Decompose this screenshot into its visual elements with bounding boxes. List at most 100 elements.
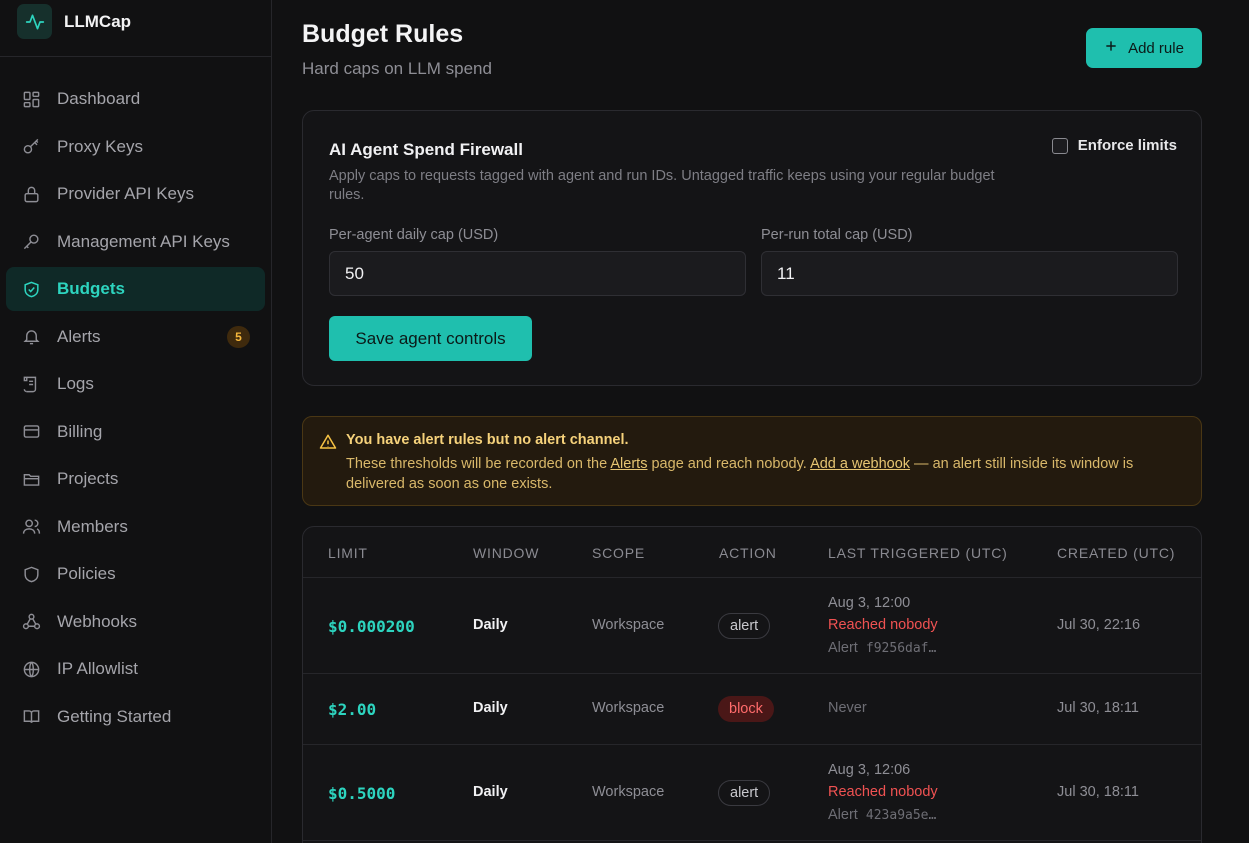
- sidebar-item-members[interactable]: Members: [6, 505, 265, 549]
- daily-cap-input[interactable]: 50: [329, 251, 746, 296]
- alert-id[interactable]: 423a9a5e…: [866, 808, 936, 823]
- sidebar-item-provider-api-keys[interactable]: Provider API Keys: [6, 172, 265, 216]
- window-value: Daily: [473, 617, 508, 633]
- last-triggered-status: Reached nobody: [828, 617, 938, 633]
- add-rule-label: Add rule: [1128, 39, 1184, 57]
- table-row[interactable]: $2.00 Daily Workspace block Never Jul 30…: [303, 674, 1201, 745]
- key-icon: [22, 137, 41, 156]
- warning-triangle-icon: [319, 433, 337, 456]
- users-icon: [22, 517, 41, 536]
- book-icon: [22, 707, 41, 726]
- sidebar-item-proxy-keys[interactable]: Proxy Keys: [6, 125, 265, 169]
- save-agent-controls-button[interactable]: Save agent controls: [329, 316, 532, 361]
- scope-value: Workspace: [592, 700, 665, 716]
- sidebar-item-management-api-keys[interactable]: Management API Keys: [6, 220, 265, 264]
- folder-icon: [22, 470, 41, 489]
- sidebar-item-label: IP Allowlist: [57, 659, 138, 678]
- lock-icon: [22, 185, 41, 204]
- column-header-window: WINDOW: [473, 545, 540, 561]
- sidebar-item-budgets[interactable]: Budgets: [6, 267, 265, 311]
- add-webhook-link[interactable]: Add a webhook: [810, 456, 910, 472]
- sidebar-item-label: Budgets: [57, 279, 125, 298]
- add-rule-button[interactable]: Add rule: [1086, 28, 1202, 68]
- alert-prefix: Alert: [828, 640, 858, 656]
- sidebar-item-policies[interactable]: Policies: [6, 552, 265, 596]
- sidebar-item-label: Getting Started: [57, 706, 172, 726]
- enforce-limits-label: Enforce limits: [1077, 137, 1177, 154]
- warning-body: These thresholds will be recorded on the…: [346, 454, 1191, 494]
- sidebar-item-ip-allowlist[interactable]: IP Allowlist: [6, 647, 265, 691]
- action-badge-block: block: [718, 696, 774, 722]
- scope-value: Workspace: [592, 784, 665, 800]
- warning-title: You have alert rules but no alert channe…: [346, 432, 629, 448]
- column-header-scope: SCOPE: [592, 545, 646, 561]
- last-triggered-status: Reached nobody: [828, 784, 938, 800]
- sidebar-item-label: Webhooks: [57, 611, 138, 631]
- sidebar-item-label: Billing: [57, 421, 103, 441]
- page-subtitle: Hard caps on LLM spend: [302, 59, 492, 78]
- action-badge-alert: alert: [718, 613, 771, 639]
- created-value: Jul 30, 22:16: [1057, 617, 1141, 633]
- sidebar-item-dashboard[interactable]: Dashboard: [6, 77, 265, 121]
- alert-id[interactable]: f9256daf…: [866, 641, 936, 656]
- page-title: Budget Rules: [302, 20, 464, 48]
- table-header: LIMIT WINDOW SCOPE ACTION LAST TRIGGERED…: [303, 527, 1201, 578]
- table-row[interactable]: $0.5000 Daily Workspace alert Aug 3, 12:…: [303, 745, 1201, 841]
- enforce-limits-toggle[interactable]: Enforce limits: [1051, 137, 1177, 154]
- scroll-icon: [22, 375, 41, 394]
- sidebar-item-billing[interactable]: Billing: [6, 410, 265, 454]
- pulse-logo-icon: [17, 4, 52, 39]
- sidebar-item-label: Policies: [57, 564, 116, 583]
- sidebar-item-label: Management API Keys: [57, 231, 230, 251]
- budget-rules-table: LIMIT WINDOW SCOPE ACTION LAST TRIGGERED…: [302, 526, 1202, 843]
- last-triggered-time: Aug 3, 12:06: [828, 762, 911, 778]
- enforce-limits-checkbox[interactable]: [1051, 137, 1068, 154]
- window-value: Daily: [473, 784, 508, 800]
- firewall-description: Apply caps to requests tagged with agent…: [329, 168, 995, 203]
- sidebar-item-label: Proxy Keys: [57, 136, 143, 156]
- created-value: Jul 30, 18:11: [1057, 784, 1139, 800]
- bell-icon: [22, 327, 41, 346]
- firewall-title: AI Agent Spend Firewall: [329, 140, 523, 159]
- run-cap-label: Per-run total cap (USD): [761, 227, 913, 243]
- agent-firewall-card: AI Agent Spend Firewall Apply caps to re…: [302, 110, 1202, 386]
- sidebar-item-label: Logs: [57, 374, 94, 393]
- run-cap-input[interactable]: 11: [761, 251, 1178, 296]
- brand-name: LLMCap: [64, 11, 132, 31]
- webhook-icon: [22, 612, 41, 631]
- last-alert-id: Alert 423a9a5e…: [828, 807, 936, 823]
- sidebar-item-label: Members: [57, 516, 128, 536]
- sidebar-item-label: Dashboard: [57, 89, 141, 108]
- sidebar-item-projects[interactable]: Projects: [6, 457, 265, 501]
- shield-icon: [22, 565, 41, 584]
- table-row[interactable]: $0.000200 Daily Workspace alert Aug 3, 1…: [303, 578, 1201, 674]
- last-triggered-time: Aug 3, 12:00: [828, 595, 911, 611]
- sidebar-item-label: Provider API Keys: [57, 184, 195, 203]
- no-alert-channel-warning: You have alert rules but no alert channe…: [302, 416, 1202, 506]
- scope-value: Workspace: [592, 617, 665, 633]
- sidebar-item-getting-started[interactable]: Getting Started: [6, 695, 265, 739]
- brand[interactable]: LLMCap: [0, 0, 271, 57]
- daily-cap-label: Per-agent daily cap (USD): [329, 227, 499, 243]
- limit-value: $2.00: [328, 700, 377, 719]
- alerts-link[interactable]: Alerts: [610, 456, 647, 472]
- credit-card-icon: [22, 422, 41, 441]
- sidebar-nav: Dashboard Proxy Keys Provider API Keys M…: [0, 57, 271, 739]
- wrench-key-icon: [22, 232, 41, 251]
- sidebar-item-logs[interactable]: Logs: [6, 362, 265, 406]
- alerts-count-badge: 5: [227, 325, 250, 348]
- limit-value: $0.000200: [328, 617, 415, 636]
- column-header-created: CREATED (UTC): [1057, 545, 1176, 561]
- window-value: Daily: [473, 700, 508, 716]
- sidebar-item-webhooks[interactable]: Webhooks: [6, 600, 265, 644]
- dashboard-icon: [22, 90, 41, 109]
- column-header-limit: LIMIT: [328, 545, 368, 561]
- globe-icon: [22, 660, 41, 679]
- sidebar: LLMCap Dashboard Proxy Keys Provider API…: [0, 0, 272, 843]
- warning-text: page and reach nobody.: [647, 456, 811, 472]
- sidebar-item-label: Alerts: [57, 326, 101, 346]
- plus-icon: [1104, 39, 1118, 57]
- column-header-action: ACTION: [719, 545, 777, 561]
- shield-check-icon: [22, 280, 41, 299]
- sidebar-item-alerts[interactable]: Alerts 5: [6, 315, 265, 359]
